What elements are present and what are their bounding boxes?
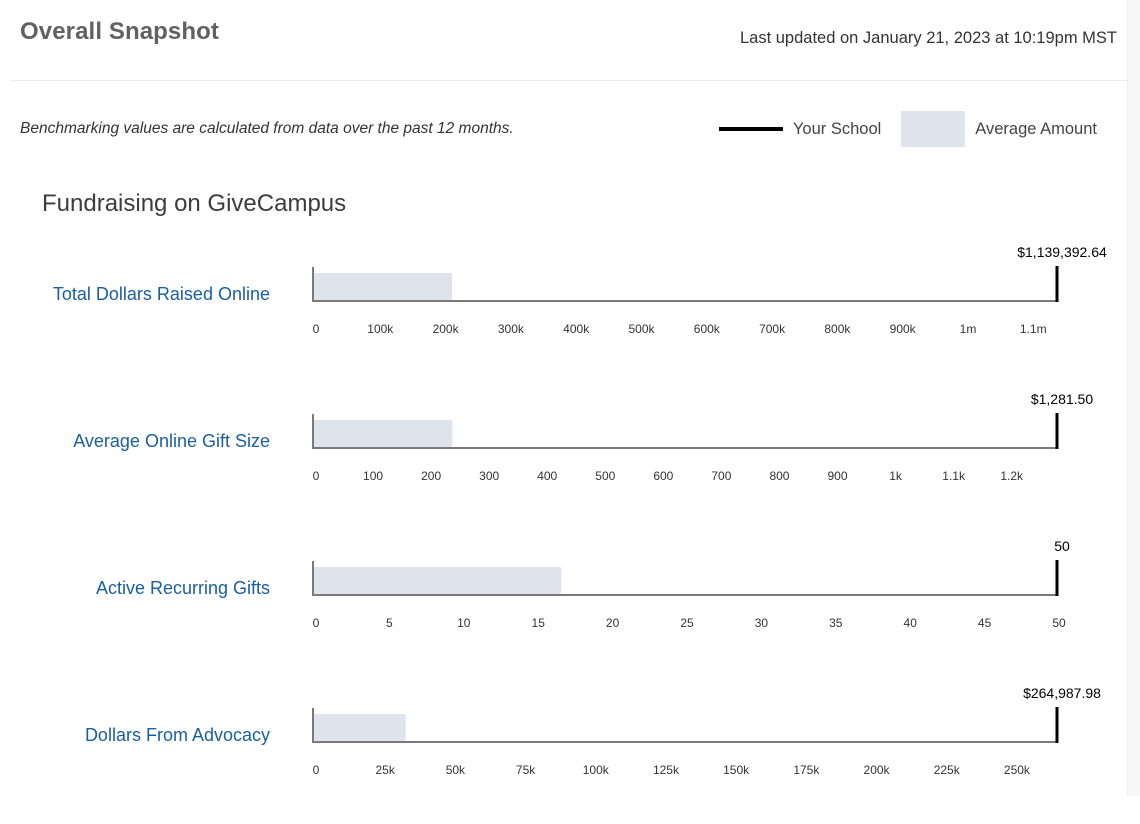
x-tick-label: 225k [934, 763, 961, 777]
x-tick-label: 1.1k [942, 469, 966, 483]
x-tick-label: 800 [769, 469, 789, 483]
x-tick-label: 1.2k [1000, 469, 1024, 483]
chart-svg: 50 0 5 10 15 20 25 30 35 40 45 50 [312, 538, 1070, 630]
average-amount-bar [313, 420, 453, 447]
vertical-scrollbar[interactable] [1127, 0, 1140, 796]
x-tick-label: 200 [421, 469, 441, 483]
average-amount-bar [313, 567, 562, 594]
your-school-value-label: $1,281.50 [1031, 391, 1093, 407]
metric-label-advocacy[interactable]: Dollars From Advocacy [85, 725, 270, 746]
x-tick-label: 1m [960, 322, 977, 336]
average-amount-legend-label: Average Amount [975, 119, 1097, 138]
metric-label-average-gift[interactable]: Average Online Gift Size [73, 431, 270, 452]
x-tick-label: 35 [829, 616, 843, 630]
metric-label-total-dollars[interactable]: Total Dollars Raised Online [53, 284, 270, 305]
page-title: Overall Snapshot [20, 18, 219, 45]
your-school-legend-label: Your School [792, 119, 882, 138]
x-tick-label: 800k [824, 322, 851, 336]
x-tick-label: 20 [606, 616, 620, 630]
x-tick-label: 600 [653, 469, 673, 483]
your-school-value-label: 50 [1054, 538, 1070, 554]
last-updated-timestamp: Last updated on January 21, 2023 at 10:1… [739, 29, 1117, 47]
your-school-legend-swatch [718, 127, 783, 131]
benchmark-chart-average-gift: $1,281.50 0 100 200 300 400 500 600 700 800 900 1k 1… [300, 383, 1127, 530]
average-amount-bar [313, 714, 406, 741]
metric-label-recurring-gifts[interactable]: Active Recurring Gifts [96, 578, 270, 599]
x-tick-label: 1k [889, 469, 903, 483]
x-tick-label: 0 [313, 616, 320, 630]
metric-row-total-dollars: Total Dollars Raised Online $1,139,392.6… [0, 236, 1127, 383]
x-tick-label: 25k [376, 763, 396, 777]
your-school-value-label: $1,139,392.64 [1017, 244, 1107, 260]
overall-snapshot-page: Overall Snapshot Last updated on January… [0, 0, 1127, 796]
x-tick-label: 0 [313, 763, 320, 777]
x-tick-label: 100 [363, 469, 383, 483]
x-tick-label: 30 [755, 616, 769, 630]
benchmark-chart-total-dollars: $1,139,392.64 0 100k 200k 300k 400k 500k 600k 70… [300, 236, 1127, 383]
x-tick-label: 500 [595, 469, 615, 483]
x-tick-label: 125k [653, 763, 680, 777]
x-tick-label: 40 [904, 616, 918, 630]
x-tick-label: 600k [694, 322, 721, 336]
x-tick-label: 700 [711, 469, 731, 483]
x-tick-label: 5 [386, 616, 393, 630]
x-tick-label: 500k [628, 322, 655, 336]
x-tick-label: 200k [864, 763, 891, 777]
x-tick-label: 300 [479, 469, 499, 483]
your-school-value-label: $264,987.98 [1023, 685, 1101, 701]
x-tick-label: 250k [1004, 763, 1031, 777]
x-tick-label: 300k [498, 322, 525, 336]
average-amount-bar [313, 273, 453, 300]
x-tick-label: 100k [583, 763, 610, 777]
average-amount-legend-swatch [901, 111, 966, 147]
metric-row-recurring-gifts: Active Recurring Gifts 50 0 5 10 15 20 25 30 35 4… [0, 530, 1127, 677]
chart-svg: $1,139,392.64 0 100k 200k 300k 400k 500k 600k 70… [312, 244, 1107, 336]
x-tick-label: 10 [457, 616, 471, 630]
x-tick-label: 100k [367, 322, 394, 336]
x-tick-label: 15 [532, 616, 546, 630]
x-tick-label: 400k [563, 322, 590, 336]
chart-legend: Your School Average Amount [718, 111, 1097, 147]
x-tick-label: 50 [1052, 616, 1066, 630]
chart-svg: $1,281.50 0 100 200 300 400 500 600 700 800 900 1k 1… [312, 391, 1093, 483]
x-tick-label: 700k [759, 322, 786, 336]
metric-row-advocacy: Dollars From Advocacy $264,987.98 0 25k 50k… [0, 677, 1127, 824]
header-divider [10, 80, 1127, 81]
benchmark-chart-advocacy: $264,987.98 0 25k 50k 75k 100k 125k 150k 175k 200… [300, 677, 1127, 824]
metric-row-average-gift: Average Online Gift Size $1,281.50 0 100 20… [0, 383, 1127, 530]
x-tick-label: 900k [890, 322, 917, 336]
x-tick-label: 25 [680, 616, 694, 630]
x-tick-label: 175k [793, 763, 820, 777]
section-title: Fundraising on GiveCampus [42, 190, 347, 217]
x-tick-label: 0 [313, 469, 320, 483]
x-tick-label: 0 [313, 322, 320, 336]
benchmark-chart-recurring-gifts: 50 0 5 10 15 20 25 30 35 40 45 50 [300, 530, 1127, 677]
x-tick-label: 200k [433, 322, 460, 336]
x-tick-label: 45 [978, 616, 992, 630]
x-tick-label: 900 [827, 469, 847, 483]
x-tick-label: 50k [446, 763, 466, 777]
x-tick-label: 75k [516, 763, 536, 777]
x-tick-label: 400 [537, 469, 557, 483]
x-tick-label: 1.1m [1020, 322, 1047, 336]
benchmark-note: Benchmarking values are calculated from … [20, 120, 514, 137]
x-tick-label: 150k [723, 763, 750, 777]
chart-svg: $264,987.98 0 25k 50k 75k 100k 125k 150k 175k 200… [312, 685, 1101, 777]
